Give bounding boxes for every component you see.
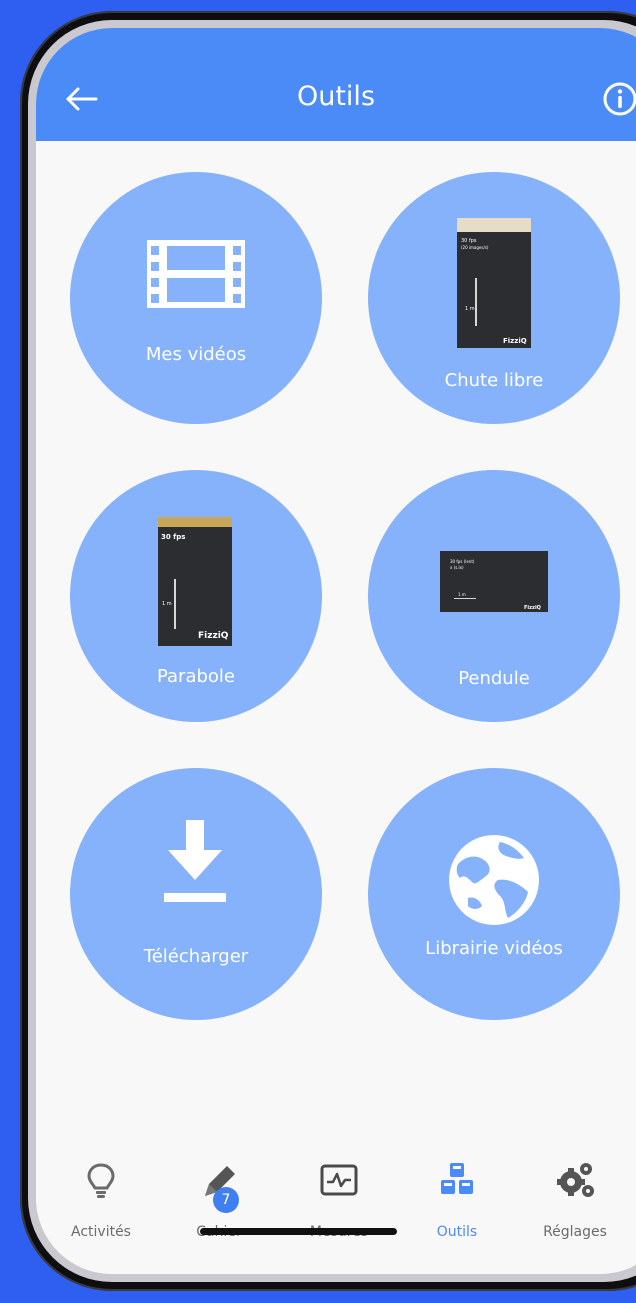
tile-label: Mes vidéos	[145, 344, 247, 365]
cubes-icon	[441, 1163, 473, 1194]
lightbulb-icon	[87, 1163, 115, 1198]
tile-telecharger[interactable]: Télécharger	[70, 768, 322, 1020]
info-button[interactable]	[602, 81, 636, 117]
gears-icon	[557, 1163, 594, 1197]
tile-chute-libre[interactable]: 30 fps (20 images/s) 1 m FizziQ Chute li…	[368, 172, 620, 424]
parabole-thumbnail: 30 fps 1 m FizziQ	[158, 517, 232, 646]
tile-label: Librairie vidéos	[425, 938, 563, 959]
download-icon	[164, 820, 226, 902]
globe-icon	[449, 835, 539, 925]
film-icon	[147, 240, 245, 308]
tile-parabole[interactable]: 30 fps 1 m FizziQ Parabole	[70, 470, 322, 722]
tile-label: Télécharger	[143, 946, 249, 967]
page-title: Outils	[296, 81, 376, 112]
tile-label: Pendule	[458, 668, 530, 689]
nav-label-reglages: Réglages	[543, 1224, 607, 1240]
home-indicator[interactable]	[200, 1228, 397, 1235]
nav-label-activites: Activités	[71, 1224, 131, 1240]
app-bar: Outils	[36, 28, 636, 141]
bottom-nav: Activités 7 Cahier Mesures	[36, 1140, 636, 1274]
tile-label: Parabole	[156, 666, 236, 687]
tile-pendule[interactable]: 30 fps (lent) x (s.lx) 1 m FizziQ Pendul…	[368, 470, 620, 722]
chute-libre-thumbnail: 30 fps (20 images/s) 1 m FizziQ	[457, 218, 531, 348]
nav-item-activites[interactable]: Activités	[46, 1140, 156, 1250]
cahier-badge: 7	[213, 1187, 239, 1213]
info-icon	[603, 82, 636, 116]
stage: Outils Mes vidéos 30 fps (20 images/s) 1…	[0, 0, 636, 1303]
tile-mes-videos[interactable]: Mes vidéos	[70, 172, 322, 424]
waveform-icon	[320, 1164, 358, 1196]
phone-screen: Outils Mes vidéos 30 fps (20 images/s) 1…	[36, 28, 636, 1274]
nav-label-outils: Outils	[436, 1224, 478, 1240]
tile-librairie-videos[interactable]: Librairie vidéos	[368, 768, 620, 1020]
tile-label: Chute libre	[444, 370, 544, 391]
nav-item-reglages[interactable]: Réglages	[520, 1140, 630, 1250]
pendule-thumbnail: 30 fps (lent) x (s.lx) 1 m FizziQ	[440, 551, 548, 612]
nav-item-outils[interactable]: Outils	[402, 1140, 512, 1250]
